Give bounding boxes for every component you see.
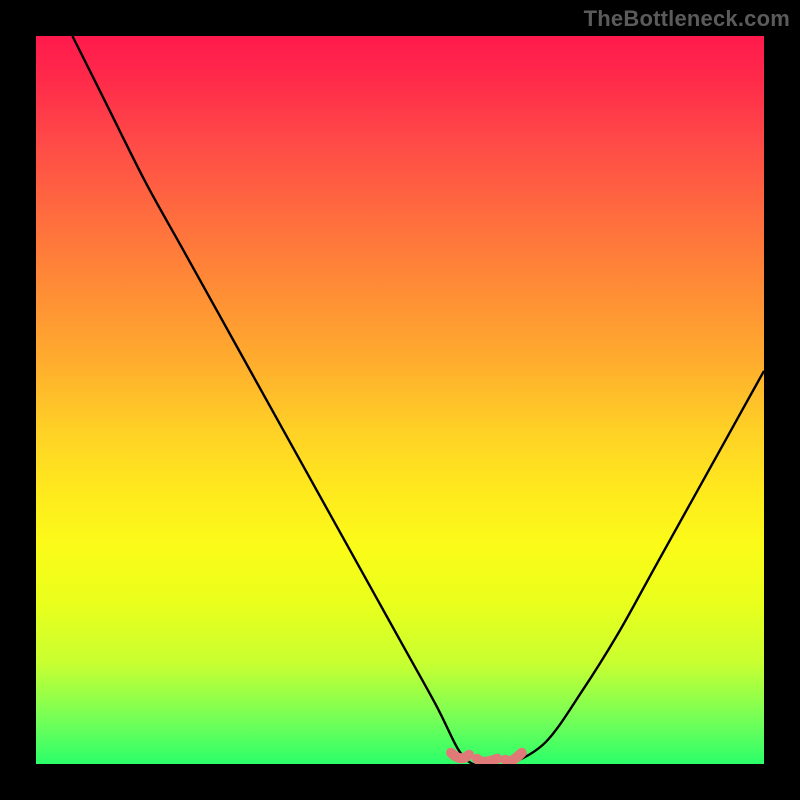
plot-area xyxy=(36,36,764,764)
bottleneck-curve xyxy=(72,36,764,764)
watermark-text: TheBottleneck.com xyxy=(584,6,790,32)
optimal-marker xyxy=(451,753,522,762)
chart-canvas: TheBottleneck.com xyxy=(0,0,800,800)
chart-svg xyxy=(36,36,764,764)
